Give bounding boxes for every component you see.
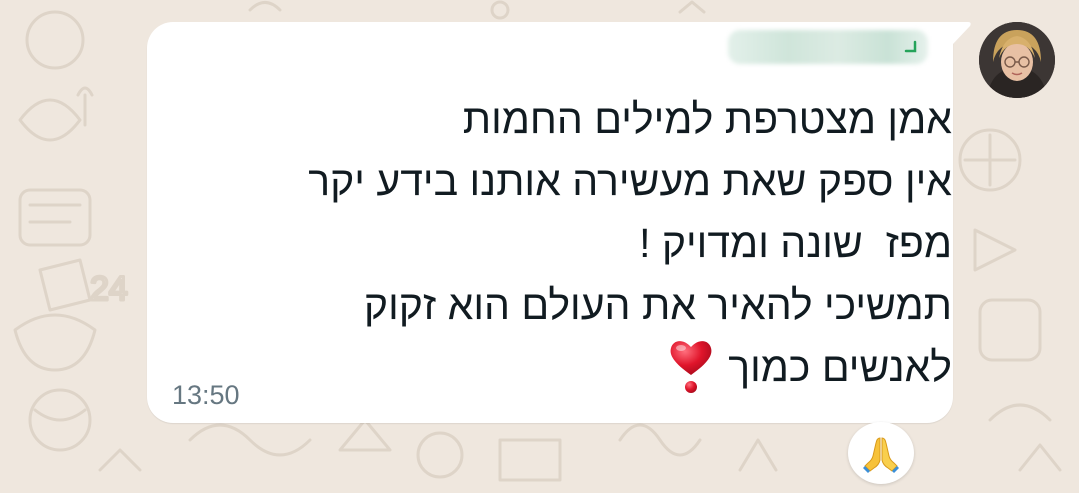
folded-hands-icon [863, 437, 899, 473]
message-line: מפז שונה ומדויק ! [639, 220, 952, 266]
sender-name[interactable] [728, 30, 928, 64]
message-text[interactable]: אמן מצטרפת למילים החמות אין ספק שאת מעשי… [232, 88, 952, 398]
message-reaction[interactable] [848, 422, 914, 484]
bubble-tail [950, 22, 971, 44]
message-line: לאנשים כמוך [728, 344, 952, 390]
heart-exclamation-icon [668, 337, 714, 395]
avatar-image [979, 22, 1055, 98]
sender-corner-icon [904, 40, 917, 53]
message-timestamp: 13:50 [172, 380, 240, 410]
sender-avatar[interactable] [979, 22, 1055, 98]
svg-text:24: 24 [90, 270, 128, 308]
message-line: אין ספק שאת מעשירה אותנו בידע יקר [308, 158, 952, 204]
message-line: אמן מצטרפת למילים החמות [462, 96, 952, 142]
message-line-last: לאנשים כמוך [232, 336, 952, 398]
message-line: תמשיכי להאיר את העולם הוא זקוק [363, 282, 952, 328]
